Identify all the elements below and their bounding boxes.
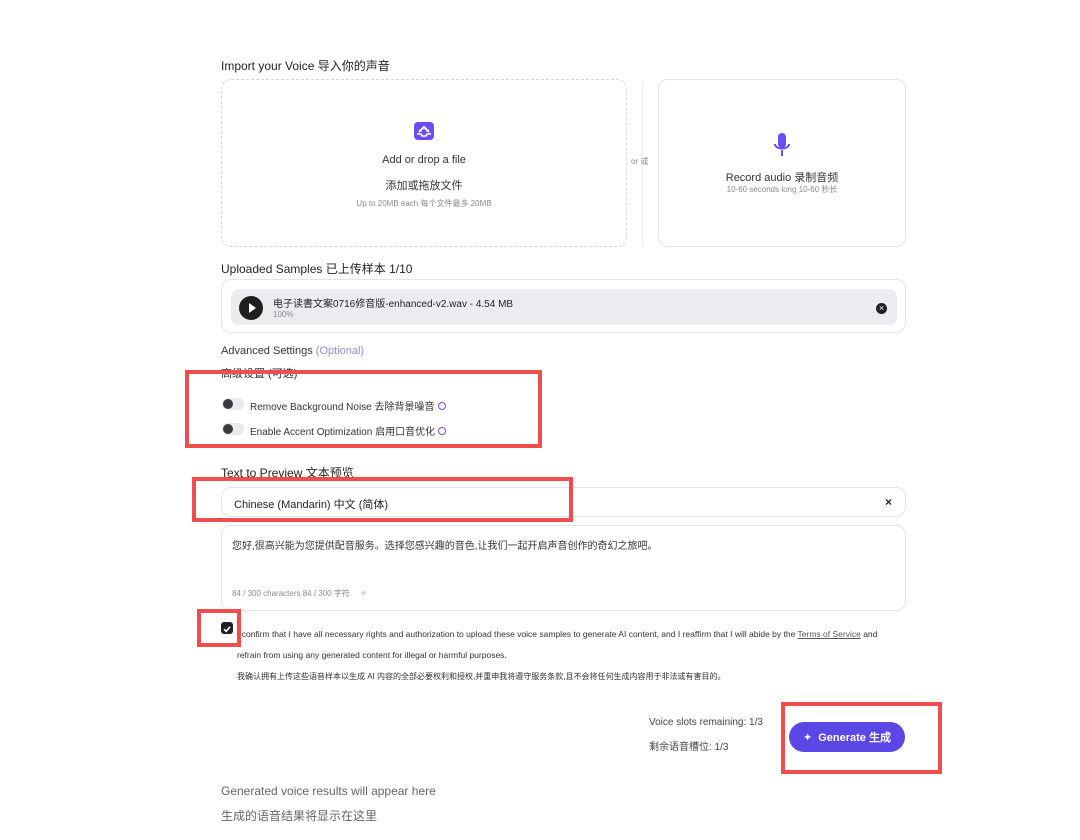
sample-progress: 100% <box>273 310 294 319</box>
char-count: 84 / 300 characters 84 / 300 字符 ✧ <box>232 588 367 599</box>
remove-sample-icon[interactable]: × <box>876 303 887 314</box>
highlight-language-select <box>192 477 573 522</box>
import-title: Import your Voice 导入你的声音 <box>221 59 390 73</box>
samples-panel: 电子读書文案0716修音版-enhanced-v2.wav - 4.54 MB … <box>221 279 906 333</box>
advanced-optional: (Optional) <box>315 345 365 357</box>
terms-of-service-link[interactable]: Terms of Service <box>798 629 861 639</box>
clear-language-icon[interactable]: × <box>885 495 892 509</box>
upload-title: Add or drop a file <box>382 154 466 166</box>
results-placeholder-en: Generated voice results will appear here <box>221 784 436 798</box>
upload-hint: Up to 20MB each 每个文件最多 20MB <box>356 199 492 208</box>
consent-text-part1: I confirm that I have all necessary righ… <box>237 629 796 639</box>
sample-file-name: 电子读書文案0716修音版-enhanced-v2.wav - 4.54 MB <box>273 299 514 310</box>
record-hint: 10-60 seconds long 10-60 秒长 <box>726 185 838 194</box>
or-label: or 或 <box>629 156 651 167</box>
sparkle-icon[interactable]: ✧ <box>360 589 367 598</box>
consent-text-en: I confirm that I have all necessary righ… <box>237 624 897 666</box>
preview-text: 您好,很高兴能为您提供配音服务。选择您感兴趣的音色,让我们一起开启声音创作的奇幻… <box>232 541 658 552</box>
upload-title-cn: 添加或拖放文件 <box>385 180 463 192</box>
samples-title: Uploaded Samples 已上传样本 1/10 <box>221 262 413 276</box>
inbox-upload-icon <box>412 120 436 142</box>
record-title: Record audio 录制音频 <box>725 172 839 184</box>
preview-textarea[interactable]: 您好,很高兴能为您提供配音服务。选择您感兴趣的音色,让我们一起开启声音创作的奇幻… <box>221 525 906 611</box>
consent-text-cn: 我确认拥有上传这些语音样本以生成 AI 内容的全部必要权利和授权,并重申我将遵守… <box>237 672 726 681</box>
microphone-icon <box>772 132 792 160</box>
highlight-consent-checkbox <box>197 609 241 647</box>
record-audio-card[interactable]: Record audio 录制音频 10-60 seconds long 10-… <box>658 79 906 247</box>
char-count-text: 84 / 300 characters 84 / 300 字符 <box>232 589 350 598</box>
highlight-generate-button <box>781 702 942 774</box>
play-icon[interactable] <box>239 296 263 320</box>
highlight-advanced-settings <box>185 370 542 448</box>
advanced-title-text: Advanced Settings <box>221 345 313 357</box>
advanced-title: Advanced Settings (Optional) <box>221 345 364 357</box>
slots-remaining-en: Voice slots remaining: 1/3 <box>649 717 763 728</box>
results-placeholder-cn: 生成的语音结果将显示在这里 <box>221 809 378 823</box>
slots-remaining-cn: 剩余语音槽位: 1/3 <box>649 742 729 753</box>
sample-item: 电子读書文案0716修音版-enhanced-v2.wav - 4.54 MB … <box>231 289 897 325</box>
file-dropzone[interactable]: Add or drop a file 添加或拖放文件 Up to 20MB ea… <box>221 79 627 247</box>
